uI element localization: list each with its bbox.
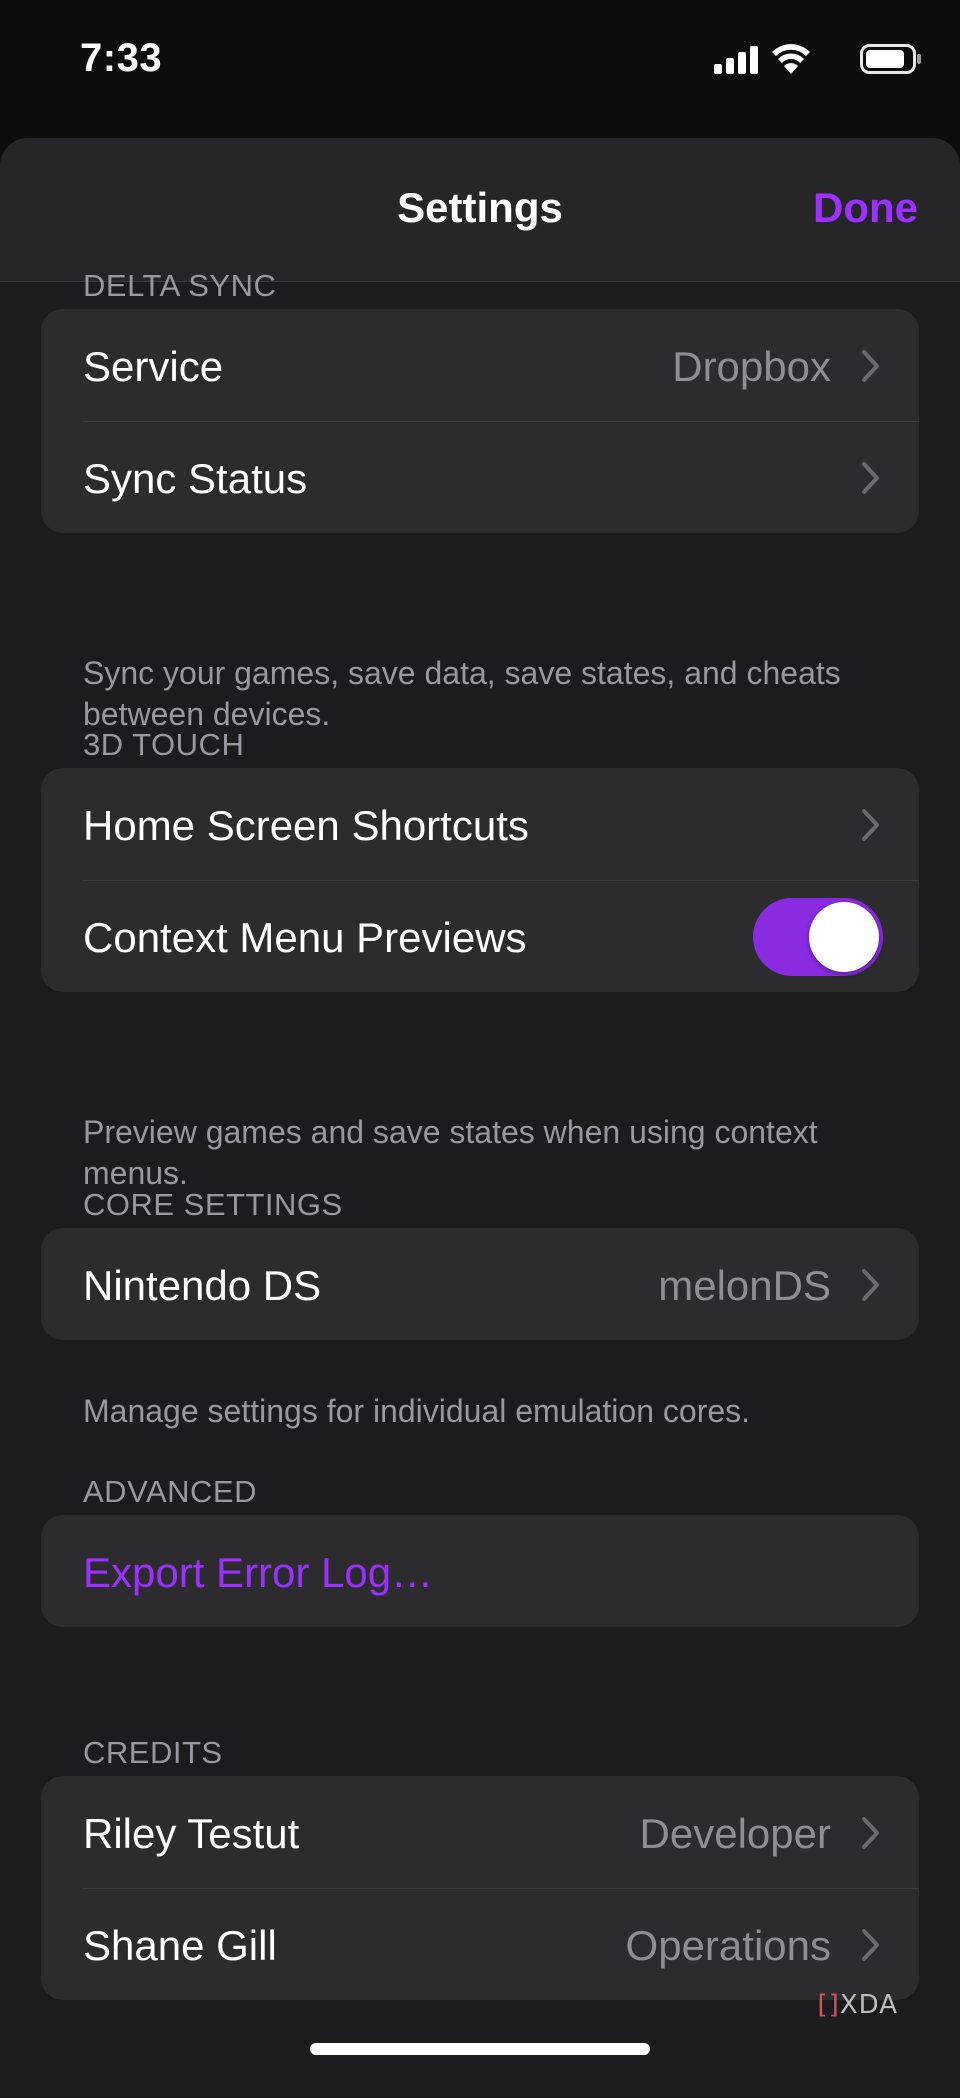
status-bar: 7:33	[0, 0, 960, 130]
chevron-right-icon	[862, 1817, 879, 1849]
section-header-advanced: ADVANCED	[83, 1474, 257, 1509]
battery-icon	[860, 44, 921, 74]
row-service[interactable]: Service Dropbox	[41, 309, 919, 421]
navigation-bar: Settings Done	[0, 138, 960, 282]
chevron-right-icon	[862, 809, 879, 841]
row-value: Dropbox	[672, 343, 831, 390]
row-riley-testut[interactable]: Riley Testut Developer	[41, 1776, 919, 1888]
group-core-settings: Nintendo DS melonDS	[41, 1228, 919, 1340]
section-footer-core-settings: Manage settings for individual emulation…	[83, 1393, 751, 1429]
group-advanced: Export Error Log…	[41, 1515, 919, 1627]
export-error-log-button[interactable]: Export Error Log…	[41, 1515, 919, 1627]
section-header-core-settings: CORE SETTINGS	[83, 1187, 343, 1222]
chevron-right-icon	[862, 1929, 879, 1961]
signal-bars-icon	[714, 46, 758, 74]
row-label: Sync Status	[83, 455, 308, 502]
row-context-menu-previews: Context Menu Previews	[41, 880, 919, 992]
row-label: Export Error Log…	[83, 1549, 434, 1596]
home-indicator[interactable]	[310, 2043, 650, 2055]
row-home-screen-shortcuts[interactable]: Home Screen Shortcuts	[41, 768, 919, 880]
row-value: melonDS	[658, 1262, 831, 1309]
row-sync-status[interactable]: Sync Status	[41, 421, 919, 533]
section-footer-3d-touch: Preview games and save states when using…	[83, 1114, 818, 1191]
xda-watermark: []XDA	[817, 1990, 898, 2020]
row-label: Service	[83, 343, 224, 390]
group-3d-touch: Home Screen Shortcuts Context Menu Previ…	[41, 768, 919, 992]
row-nintendo-ds[interactable]: Nintendo DS melonDS	[41, 1228, 919, 1340]
chevron-right-icon	[862, 350, 879, 382]
settings-sheet: Settings Done DELTA SYNC Service Dropbox…	[0, 138, 960, 2098]
chevron-right-icon	[862, 1269, 879, 1301]
section-header-credits: CREDITS	[83, 1735, 223, 1770]
section-header-3d-touch: 3D TOUCH	[83, 727, 245, 762]
toggle-knob	[809, 902, 879, 972]
row-label: Nintendo DS	[83, 1262, 322, 1309]
section-header-delta-sync: DELTA SYNC	[83, 268, 277, 303]
group-credits: Riley Testut Developer Shane Gill Operat…	[41, 1776, 919, 2000]
wifi-icon	[772, 44, 810, 74]
group-delta-sync: Service Dropbox Sync Status	[41, 309, 919, 533]
section-footer-delta-sync: Sync your games, save data, save states,…	[83, 655, 841, 732]
chevron-right-icon	[862, 462, 879, 494]
row-label: Riley Testut	[83, 1810, 300, 1857]
row-label: Context Menu Previews	[83, 914, 527, 961]
done-button[interactable]: Done	[813, 184, 918, 232]
row-value: Operations	[625, 1922, 831, 1969]
row-label: Shane Gill	[83, 1922, 277, 1969]
status-time: 7:33	[80, 36, 163, 80]
row-value: Developer	[639, 1810, 831, 1857]
context-menu-previews-toggle[interactable]	[753, 898, 883, 976]
row-label: Home Screen Shortcuts	[83, 802, 529, 849]
row-shane-gill[interactable]: Shane Gill Operations	[41, 1888, 919, 2000]
